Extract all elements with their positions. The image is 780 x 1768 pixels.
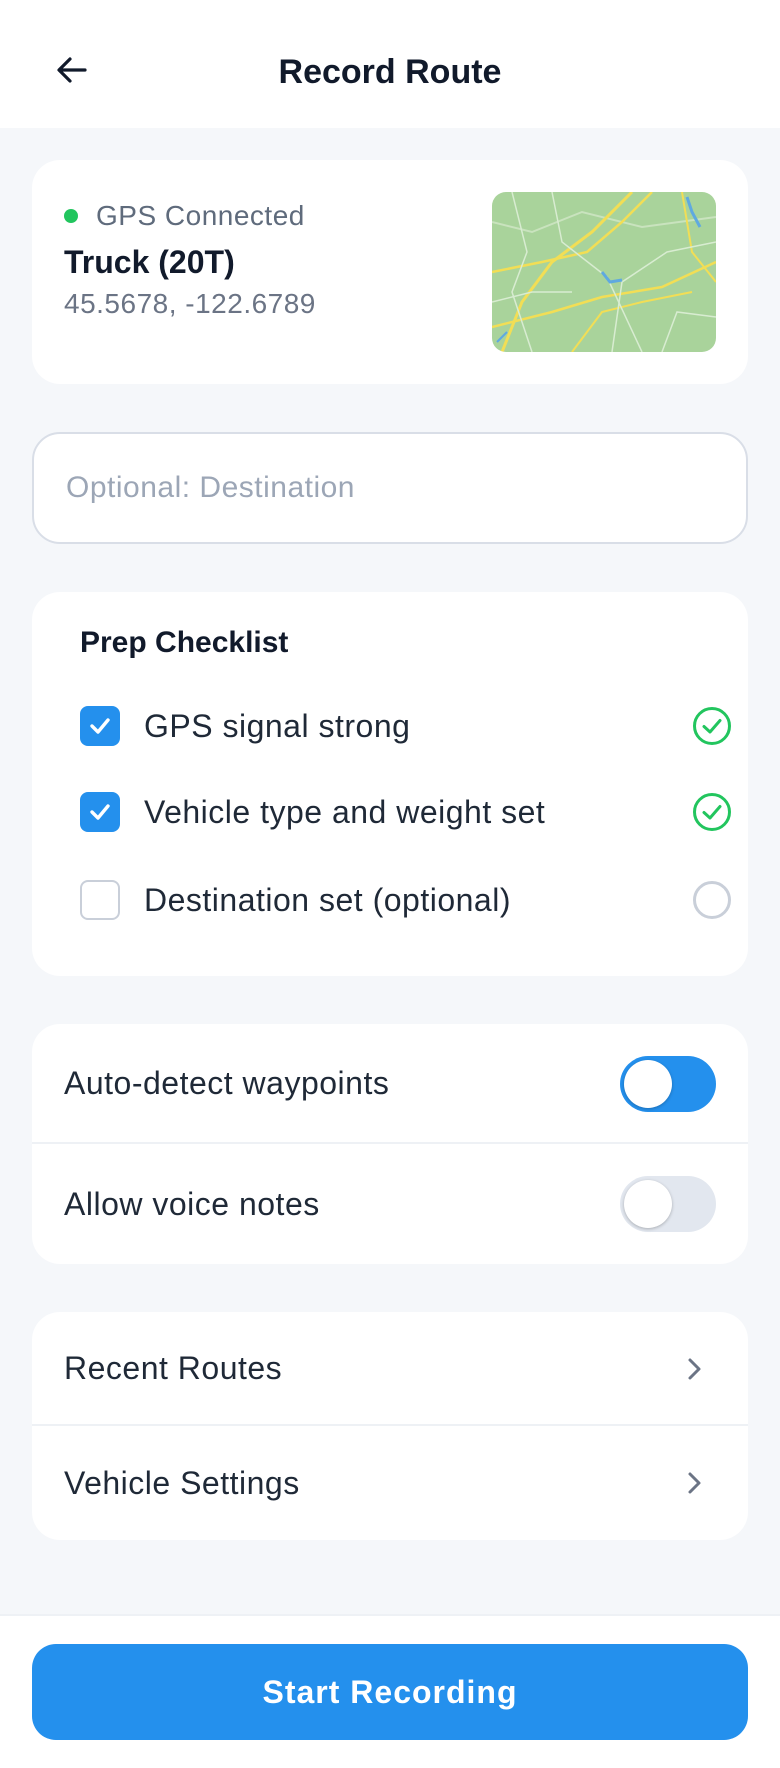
gps-coordinates: 45.5678, -122.6789 (64, 288, 316, 319)
checklist-item-vehicle[interactable]: Vehicle type and weight set (80, 788, 732, 836)
gps-status-text: GPS Connected (96, 200, 305, 231)
auto-detect-toggle[interactable] (620, 1056, 716, 1112)
toggle-row-auto-detect: Auto-detect waypoints (32, 1024, 748, 1144)
map-thumbnail[interactable] (492, 192, 716, 352)
toggle-knob (624, 1060, 672, 1108)
recording-options-card: Auto-detect waypoints Allow voice notes (32, 1024, 748, 1264)
footer-bar: Start Recording (0, 1614, 780, 1768)
gps-status: GPS Connected (64, 200, 305, 232)
checkmark-icon (90, 718, 110, 734)
vehicle-settings-link[interactable]: Vehicle Settings (32, 1426, 748, 1540)
nav-label: Recent Routes (64, 1349, 283, 1386)
gps-status-card: GPS Connected Truck (20T) 45.5678, -122.… (32, 160, 748, 384)
toggle-label: Auto-detect waypoints (64, 1064, 390, 1101)
checklist-item-label: Vehicle type and weight set (144, 793, 546, 830)
prep-checklist-card: Prep Checklist GPS signal strong Vehicle… (32, 592, 748, 976)
recent-routes-link[interactable]: Recent Routes (32, 1312, 748, 1426)
checklist-item-label: Destination set (optional) (144, 881, 511, 918)
app-header: Record Route (0, 0, 780, 128)
checklist-item-gps[interactable]: GPS signal strong (80, 702, 732, 750)
checklist-title: Prep Checklist (80, 626, 289, 659)
check-circle-icon (693, 793, 731, 831)
voice-notes-toggle[interactable] (620, 1176, 716, 1232)
record-route-screen: Record Route GPS Connected Truck (20T) 4… (0, 0, 780, 1768)
navigation-card: Recent Routes Vehicle Settings (32, 1312, 748, 1540)
chevron-right-icon (688, 1358, 701, 1380)
page-title: Record Route (278, 52, 502, 91)
toggle-row-voice-notes: Allow voice notes (32, 1144, 748, 1264)
check-circle-icon (693, 707, 731, 745)
toggle-label: Allow voice notes (64, 1185, 320, 1222)
toggle-knob (624, 1180, 672, 1228)
start-recording-button[interactable]: Start Recording (32, 1644, 748, 1740)
checkbox-checked[interactable] (80, 792, 120, 832)
nav-label: Vehicle Settings (64, 1464, 300, 1501)
vehicle-name: Truck (20T) (64, 244, 235, 280)
checkmark-icon (90, 804, 110, 820)
chevron-right-icon (688, 1472, 701, 1494)
checklist-item-destination[interactable]: Destination set (optional) (80, 876, 732, 924)
checkbox-unchecked[interactable] (80, 880, 120, 920)
checkbox-checked[interactable] (80, 706, 120, 746)
checklist-item-label: GPS signal strong (144, 707, 411, 744)
map-icon (492, 192, 716, 352)
status-dot-icon (64, 209, 78, 223)
destination-input[interactable] (32, 432, 748, 544)
empty-circle-icon (693, 881, 731, 919)
